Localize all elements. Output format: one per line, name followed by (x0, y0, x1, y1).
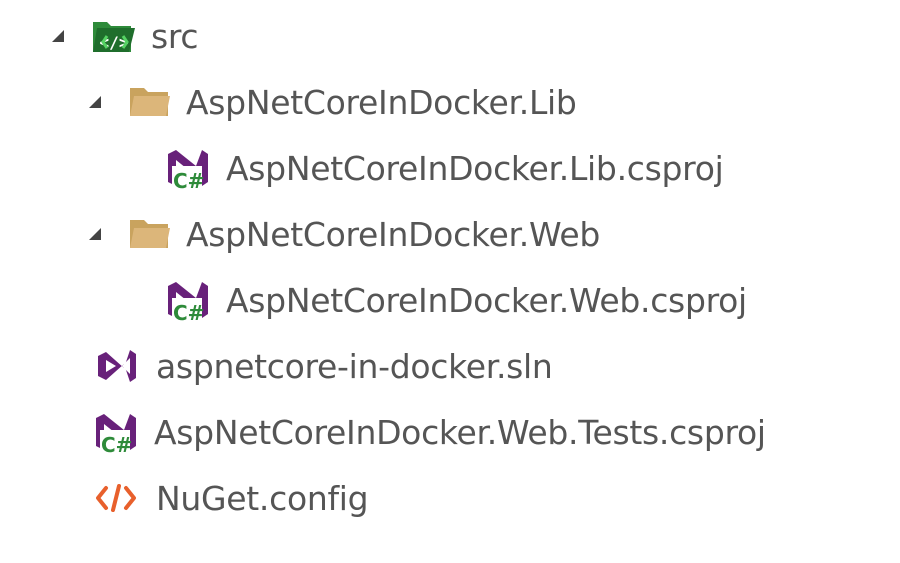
tree-item-label: AspNetCoreInDocker.Web.Tests.csproj (154, 412, 766, 452)
tree-item-src[interactable]: </> src (0, 8, 199, 64)
folder-icon (126, 78, 174, 126)
svg-text:C#: C# (173, 301, 204, 324)
visual-studio-solution-icon (92, 342, 140, 390)
tree-item-label: NuGet.config (156, 478, 369, 518)
collapse-arrow-icon[interactable] (84, 91, 106, 113)
csharp-project-icon: C# (90, 408, 138, 456)
tree-item-tests-csproj[interactable]: C# AspNetCoreInDocker.Web.Tests.csproj (0, 404, 766, 460)
tree-item-label: src (151, 16, 199, 56)
tree-item-label: AspNetCoreInDocker.Web.csproj (226, 280, 747, 320)
folder-icon (126, 210, 174, 258)
tree-item-label: AspNetCoreInDocker.Lib (186, 82, 577, 122)
solution-explorer-tree: </> src AspNetCoreInDocker.Lib C# AspNet… (0, 0, 900, 563)
tree-item-label: aspnetcore-in-docker.sln (156, 346, 553, 386)
collapse-arrow-icon[interactable] (84, 223, 106, 245)
tree-item-web-csproj[interactable]: C# AspNetCoreInDocker.Web.csproj (0, 272, 747, 328)
folder-code-icon: </> (91, 12, 139, 60)
tree-item-label: AspNetCoreInDocker.Web (186, 214, 601, 254)
tree-item-solution[interactable]: aspnetcore-in-docker.sln (0, 338, 553, 394)
svg-text:C#: C# (101, 433, 132, 456)
tree-item-lib-csproj[interactable]: C# AspNetCoreInDocker.Lib.csproj (0, 140, 724, 196)
tree-item-web-folder[interactable]: AspNetCoreInDocker.Web (0, 206, 600, 262)
csharp-project-icon: C# (162, 276, 210, 324)
tree-item-nuget-config[interactable]: NuGet.config (0, 470, 369, 526)
tree-item-label: AspNetCoreInDocker.Lib.csproj (226, 148, 724, 188)
collapse-arrow-icon[interactable] (47, 25, 69, 47)
xml-config-icon (92, 474, 140, 522)
tree-item-lib-folder[interactable]: AspNetCoreInDocker.Lib (0, 74, 577, 130)
svg-text:C#: C# (173, 169, 204, 192)
csharp-project-icon: C# (162, 144, 210, 192)
